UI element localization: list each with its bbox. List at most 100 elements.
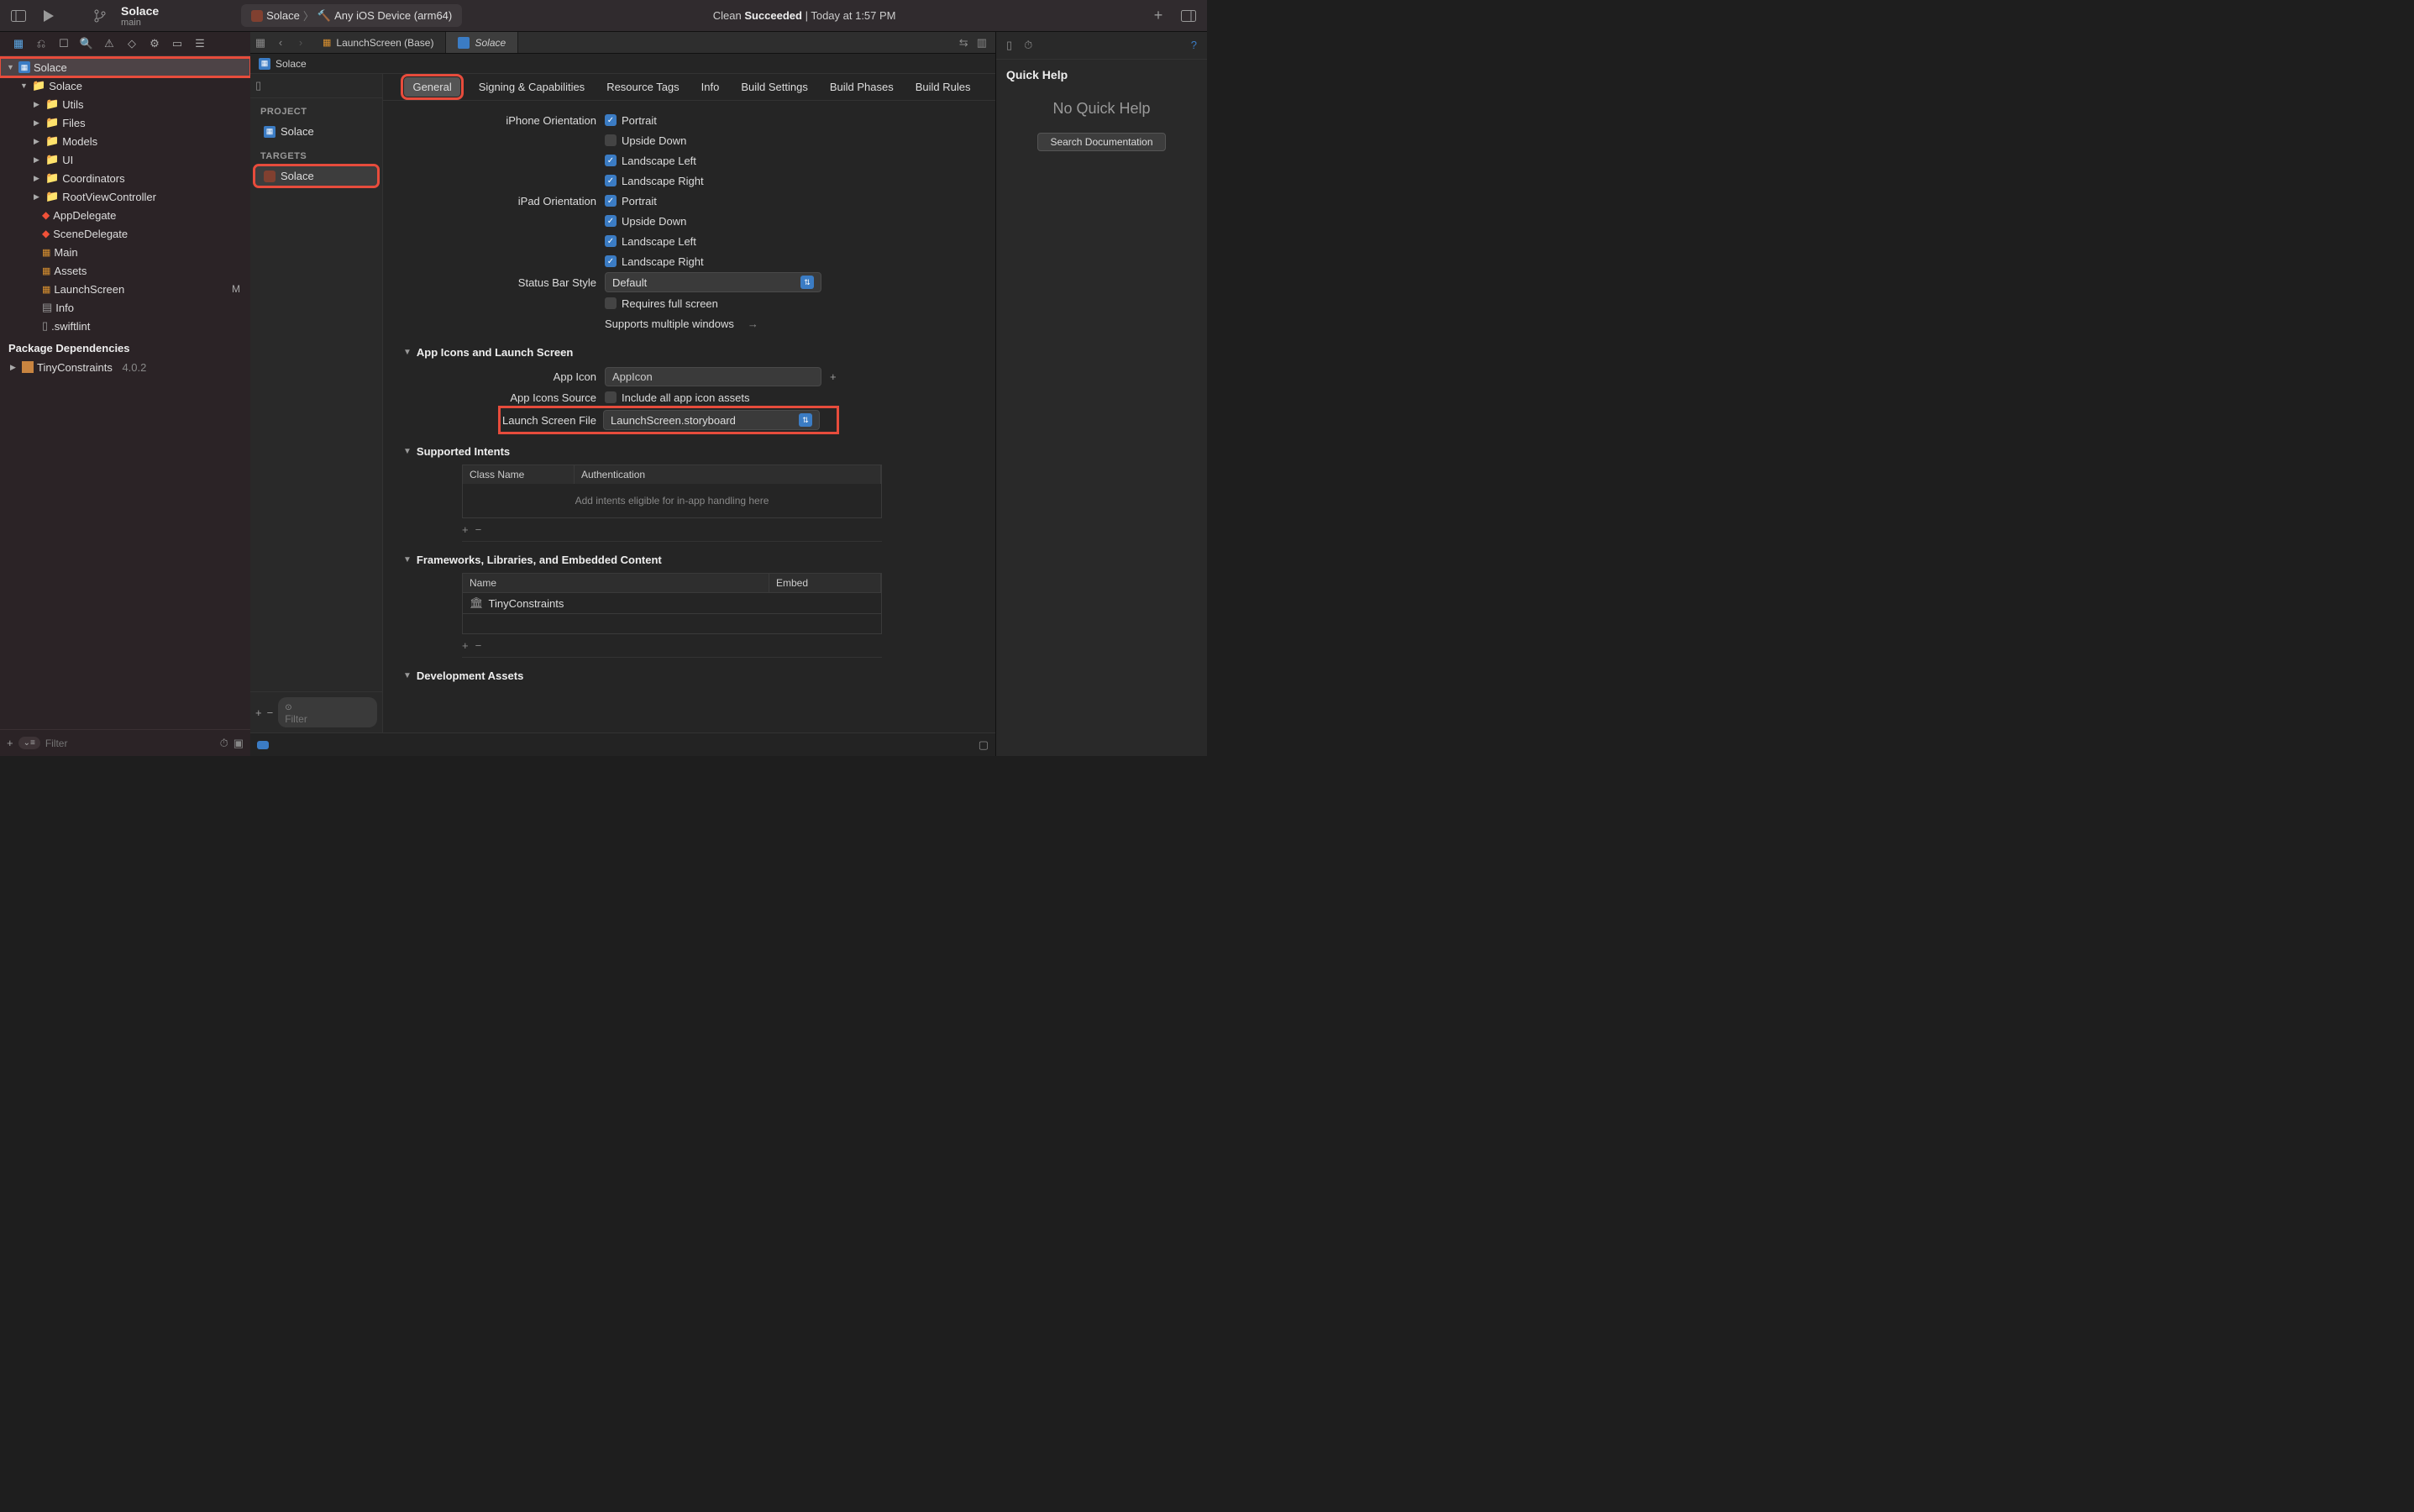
related-items-icon[interactable]: ▦ — [250, 36, 270, 50]
xcode-project-icon: ▦ — [259, 58, 270, 70]
tree-file-launchscreen[interactable]: ▦LaunchScreenM — [0, 280, 250, 298]
git-branch-icon[interactable] — [94, 9, 106, 23]
iphone-landleft-check[interactable]: ✓ — [605, 155, 617, 166]
toggle-navigator-icon[interactable] — [7, 6, 30, 26]
ipad-portrait-check[interactable]: ✓ — [605, 195, 617, 207]
tree-folder-coordinators[interactable]: ▶📁Coordinators — [0, 169, 250, 187]
tree-file-swiftlint[interactable]: ▯.swiftlint — [0, 317, 250, 335]
iphone-landright-check[interactable]: ✓ — [605, 175, 617, 186]
editor-options-icon[interactable]: ⇆ — [959, 36, 968, 50]
search-documentation-button[interactable]: Search Documentation — [1037, 133, 1165, 151]
tab-solace[interactable]: Solace — [446, 32, 518, 53]
add-target-icon[interactable]: + — [255, 706, 262, 719]
project-name: Solace — [121, 4, 159, 18]
navigator-filter-input[interactable] — [45, 738, 215, 749]
breadcrumb[interactable]: ▦ Solace — [250, 54, 995, 74]
tree-file-main[interactable]: ▦Main — [0, 243, 250, 261]
settings-panel: General Signing & Capabilities Resource … — [383, 74, 995, 732]
ipad-landleft-check[interactable]: ✓ — [605, 235, 617, 247]
intents-col-auth: Authentication — [575, 465, 881, 484]
folder-icon: 📁 — [45, 116, 59, 129]
targets-filter-input[interactable] — [285, 713, 370, 725]
scheme-selector[interactable]: Solace 〉 🔨 Any iOS Device (arm64) — [241, 4, 462, 27]
file-icon: ▯ — [42, 319, 48, 333]
tab-build-settings[interactable]: Build Settings — [737, 74, 811, 100]
source-control-nav-icon[interactable]: ⎌ — [34, 37, 48, 50]
filter-pill-icon[interactable]: ⌄≡ — [18, 737, 40, 749]
scm-icon[interactable]: ▣ — [234, 737, 244, 750]
section-app-icons[interactable]: ▼App Icons and Launch Screen — [403, 334, 975, 365]
remove-intent-icon[interactable]: − — [475, 523, 482, 536]
status-bar-select[interactable]: Default⇅ — [605, 272, 821, 292]
toggle-targets-icon[interactable]: ▯ — [255, 79, 261, 92]
tab-resource-tags[interactable]: Resource Tags — [603, 74, 682, 100]
iphone-portrait-check[interactable]: ✓ — [605, 114, 617, 126]
section-supported-intents[interactable]: ▼Supported Intents — [403, 433, 975, 465]
launch-file-select[interactable]: LaunchScreen.storyboard⇅ — [603, 410, 820, 430]
add-appicon-icon[interactable]: + — [830, 370, 837, 383]
history-inspector-icon[interactable]: ⏱ — [1024, 39, 1032, 52]
tree-folder-rootvc[interactable]: ▶📁RootViewController — [0, 187, 250, 206]
include-all-icons-check[interactable] — [605, 391, 617, 403]
run-icon[interactable] — [37, 6, 60, 26]
tree-file-info[interactable]: ▤Info — [0, 298, 250, 317]
frameworks-table: NameEmbed 🏛TinyConstraints — [462, 573, 882, 634]
report-nav-icon[interactable]: ☰ — [193, 37, 207, 50]
tree-folder-utils[interactable]: ▶📁Utils — [0, 95, 250, 113]
symbol-nav-icon[interactable]: ☐ — [57, 37, 71, 50]
project-section-header: PROJECT — [250, 98, 382, 120]
debug-toggle-icon[interactable] — [257, 741, 269, 749]
add-intent-icon[interactable]: + — [462, 523, 469, 536]
tab-build-phases[interactable]: Build Phases — [827, 74, 897, 100]
project-nav-icon[interactable]: ▦ — [12, 37, 25, 50]
section-development-assets[interactable]: ▼Development Assets — [403, 658, 975, 689]
issue-nav-icon[interactable]: ⚠ — [102, 37, 116, 50]
tab-signing[interactable]: Signing & Capabilities — [475, 74, 588, 100]
editor-area: ▦ ‹ › ▦LaunchScreen (Base) Solace ⇆ ▥ ▦ … — [250, 32, 995, 756]
ipad-landright-check[interactable]: ✓ — [605, 255, 617, 267]
hammer-icon: 🔨 — [317, 9, 331, 23]
tab-launchscreen[interactable]: ▦LaunchScreen (Base) — [311, 32, 446, 53]
debug-nav-icon[interactable]: ⚙ — [148, 37, 161, 50]
tab-general[interactable]: General — [404, 77, 459, 97]
file-inspector-icon[interactable]: ▯ — [1006, 39, 1012, 52]
tree-package[interactable]: ▶TinyConstraints 4.0.2 — [0, 358, 250, 376]
tree-folder-models[interactable]: ▶📁Models — [0, 132, 250, 150]
tree-folder-files[interactable]: ▶📁Files — [0, 113, 250, 132]
tab-build-rules[interactable]: Build Rules — [912, 74, 974, 100]
remove-target-icon[interactable]: − — [267, 706, 274, 719]
full-screen-check[interactable] — [605, 297, 617, 309]
project-item[interactable]: ▦Solace — [255, 122, 377, 141]
main-toolbar: Solace main Solace 〉 🔨 Any iOS Device (a… — [0, 0, 1207, 32]
add-file-icon[interactable]: + — [7, 737, 13, 749]
recent-icon[interactable]: ⏱ — [220, 737, 228, 750]
target-item[interactable]: Solace — [255, 166, 377, 186]
tree-folder-solace[interactable]: ▼📁Solace — [0, 76, 250, 95]
section-frameworks[interactable]: ▼Frameworks, Libraries, and Embedded Con… — [403, 542, 975, 573]
help-inspector-icon[interactable]: ? — [1191, 39, 1197, 52]
framework-row[interactable]: 🏛TinyConstraints — [463, 592, 881, 613]
forward-icon[interactable]: › — [291, 36, 311, 49]
tree-file-scenedelegate[interactable]: ◆SceneDelegate — [0, 224, 250, 243]
remove-framework-icon[interactable]: − — [475, 639, 482, 652]
breakpoint-nav-icon[interactable]: ▭ — [171, 37, 184, 50]
tree-folder-ui[interactable]: ▶📁UI — [0, 150, 250, 169]
test-nav-icon[interactable]: ◇ — [125, 37, 139, 50]
split-editor-icon[interactable]: ▥ — [977, 36, 987, 50]
back-icon[interactable]: ‹ — [270, 36, 291, 49]
ipad-upside-check[interactable]: ✓ — [605, 215, 617, 227]
tree-file-appdelegate[interactable]: ◆AppDelegate — [0, 206, 250, 224]
tree-root[interactable]: ▼▦ Solace — [0, 58, 250, 76]
tree-file-assets[interactable]: ▦Assets — [0, 261, 250, 280]
project-title[interactable]: Solace main — [121, 4, 159, 28]
tab-info[interactable]: Info — [698, 74, 723, 100]
multi-windows-arrow-icon[interactable]: → — [748, 318, 758, 330]
find-nav-icon[interactable]: 🔍 — [80, 37, 93, 50]
library-icon[interactable] — [1177, 6, 1200, 26]
iphone-upside-check[interactable] — [605, 134, 617, 146]
framework-icon: 🏛 — [470, 596, 484, 610]
add-framework-icon[interactable]: + — [462, 639, 469, 652]
app-icon-field[interactable]: AppIcon — [605, 367, 821, 386]
add-icon[interactable]: + — [1147, 6, 1170, 26]
debug-layout-icon[interactable]: ▢ — [979, 738, 989, 752]
